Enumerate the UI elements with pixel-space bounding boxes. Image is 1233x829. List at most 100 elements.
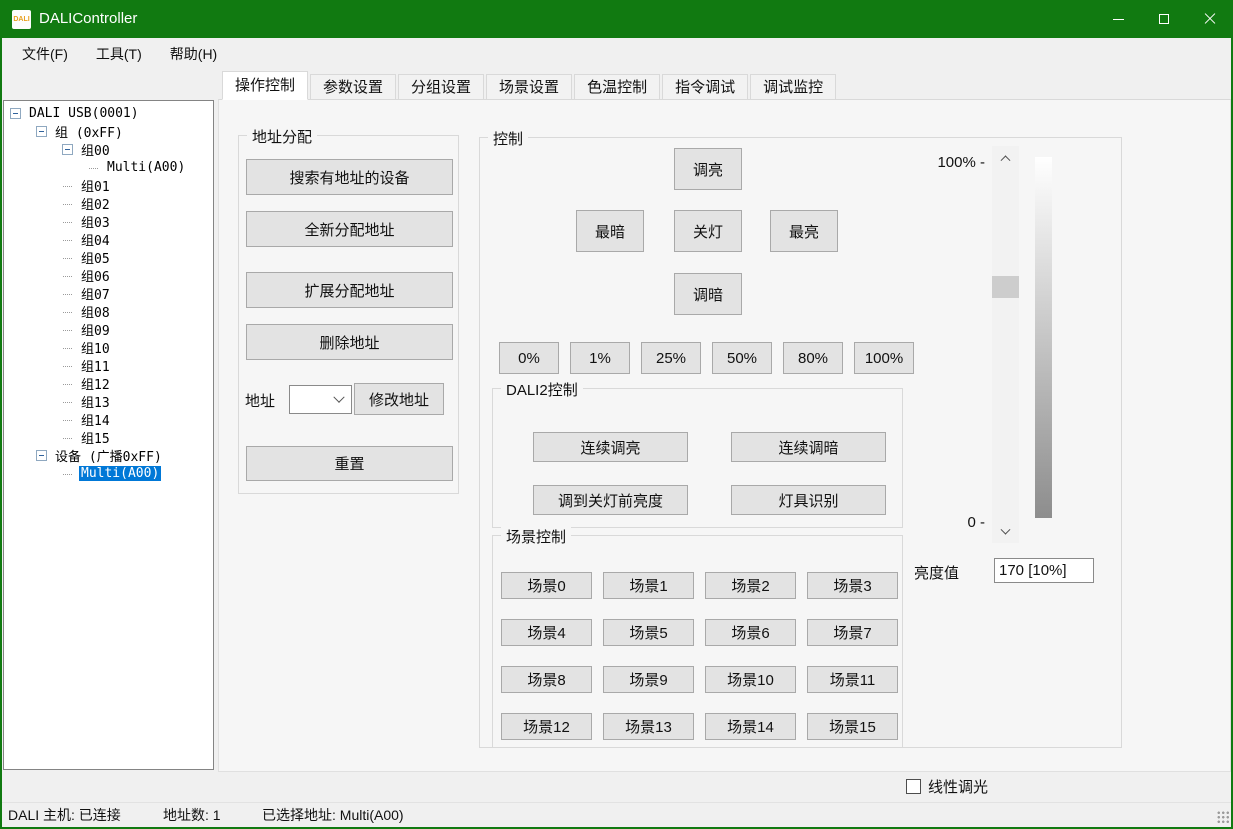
brightest-button[interactable]: 最亮 [770,210,838,252]
tab[interactable]: 场景设置 [486,74,572,100]
tree-item[interactable]: Multi(A00) [4,464,213,482]
percent-button[interactable]: 1% [570,342,630,374]
scene-button[interactable]: 场景0 [501,572,592,599]
brighten-button[interactable]: 调亮 [674,148,742,190]
brightness-value-input[interactable] [995,559,1093,582]
percent-button[interactable]: 50% [712,342,772,374]
tree-item[interactable]: 组06 [4,266,213,284]
address-action-button[interactable]: 搜索有地址的设备 [246,159,453,195]
scene-button[interactable]: 场景7 [807,619,898,646]
maximize-button[interactable] [1141,0,1187,38]
tree-item[interactable]: 组14 [4,410,213,428]
scene-button[interactable]: 场景14 [705,713,796,740]
tree-item[interactable]: DALI USB(0001) [4,104,213,122]
dali2-action-button[interactable]: 调到关灯前亮度 [533,485,688,515]
tree-item[interactable]: 组03 [4,212,213,230]
scene-button[interactable]: 场景4 [501,619,592,646]
percent-button[interactable]: 25% [641,342,701,374]
tree-expander-minus-icon[interactable] [62,234,73,245]
tree-expander-minus-icon[interactable] [62,198,73,209]
tab[interactable]: 色温控制 [574,74,660,100]
tab[interactable]: 分组设置 [398,74,484,100]
percent-button[interactable]: 0% [499,342,559,374]
percent-button[interactable]: 100% [854,342,914,374]
linear-dimming-checkbox[interactable] [906,779,921,794]
tree-expander-minus-icon[interactable] [88,162,99,173]
scene-button[interactable]: 场景1 [603,572,694,599]
scene-button[interactable]: 场景2 [705,572,796,599]
scene-button[interactable]: 场景12 [501,713,592,740]
tree-item[interactable]: 组08 [4,302,213,320]
tree-expander-minus-icon[interactable] [62,378,73,389]
tree-item[interactable]: 组11 [4,356,213,374]
tree-item[interactable]: 组15 [4,428,213,446]
tree-expander-minus-icon[interactable] [62,180,73,191]
tree-expander-minus-icon[interactable] [36,450,47,461]
dali2-action-button[interactable]: 连续调亮 [533,432,688,462]
tree-item[interactable]: 组07 [4,284,213,302]
reset-button[interactable]: 重置 [246,446,453,481]
address-combobox[interactable] [289,385,352,414]
scrollbar-down-button[interactable] [992,521,1019,543]
tree-expander-minus-icon[interactable] [62,324,73,335]
brightness-scrollbar[interactable] [992,146,1019,543]
scene-button[interactable]: 场景6 [705,619,796,646]
tree-expander-minus-icon[interactable] [10,108,21,119]
address-action-button[interactable]: 扩展分配地址 [246,272,453,308]
address-action-button[interactable]: 全新分配地址 [246,211,453,247]
scrollbar-thumb[interactable] [992,276,1019,298]
tree-item[interactable]: 组02 [4,194,213,212]
tree-expander-minus-icon[interactable] [62,288,73,299]
scene-button[interactable]: 场景9 [603,666,694,693]
tab[interactable]: 参数设置 [310,74,396,100]
modify-address-button[interactable]: 修改地址 [354,383,444,415]
dim-button[interactable]: 调暗 [674,273,742,315]
tree-expander-minus-icon[interactable] [62,252,73,263]
percent-button[interactable]: 80% [783,342,843,374]
light-off-button[interactable]: 关灯 [674,210,742,252]
tree-expander-minus-icon[interactable] [62,414,73,425]
tree-item[interactable]: 组05 [4,248,213,266]
tree-item[interactable]: 组13 [4,392,213,410]
tree-item[interactable]: 组00 [4,140,213,158]
address-action-button[interactable]: 删除地址 [246,324,453,360]
scene-button[interactable]: 场景8 [501,666,592,693]
tab[interactable]: 调试监控 [750,74,836,100]
tree-item[interactable]: 组04 [4,230,213,248]
menu-item[interactable]: 文件(F) [8,38,82,71]
tree-expander-minus-icon[interactable] [62,216,73,227]
menu-item[interactable]: 工具(T) [82,38,156,71]
tree-expander-minus-icon[interactable] [36,126,47,137]
tab[interactable]: 操作控制 [222,71,308,100]
tree-expander-minus-icon[interactable] [62,306,73,317]
tree-item[interactable]: 组 (0xFF) [4,122,213,140]
brightness-value-field[interactable] [994,558,1094,583]
tree-item[interactable]: 组09 [4,320,213,338]
tree-item[interactable]: 组01 [4,176,213,194]
scene-button[interactable]: 场景5 [603,619,694,646]
tree-item[interactable]: Multi(A00) [4,158,213,176]
scene-button[interactable]: 场景13 [603,713,694,740]
resize-grip-icon[interactable] [1217,811,1230,824]
tree-item[interactable]: 组12 [4,374,213,392]
menu-item[interactable]: 帮助(H) [156,38,231,71]
scene-button[interactable]: 场景15 [807,713,898,740]
scene-button[interactable]: 场景10 [705,666,796,693]
scene-button[interactable]: 场景3 [807,572,898,599]
tree-expander-minus-icon[interactable] [62,396,73,407]
scene-button[interactable]: 场景11 [807,666,898,693]
tree-expander-minus-icon[interactable] [62,270,73,281]
tree-expander-minus-icon[interactable] [62,144,73,155]
dali2-action-button[interactable]: 灯具识别 [731,485,886,515]
tree-expander-minus-icon[interactable] [62,432,73,443]
scrollbar-up-button[interactable] [992,146,1019,168]
tab[interactable]: 指令调试 [662,74,748,100]
close-button[interactable] [1187,0,1233,38]
dimmest-button[interactable]: 最暗 [576,210,644,252]
dali2-action-button[interactable]: 连续调暗 [731,432,886,462]
minimize-button[interactable] [1095,0,1141,38]
tree-item[interactable]: 组10 [4,338,213,356]
tree-expander-minus-icon[interactable] [62,468,73,479]
tree-expander-minus-icon[interactable] [62,360,73,371]
address-combobox-input[interactable] [290,392,335,408]
